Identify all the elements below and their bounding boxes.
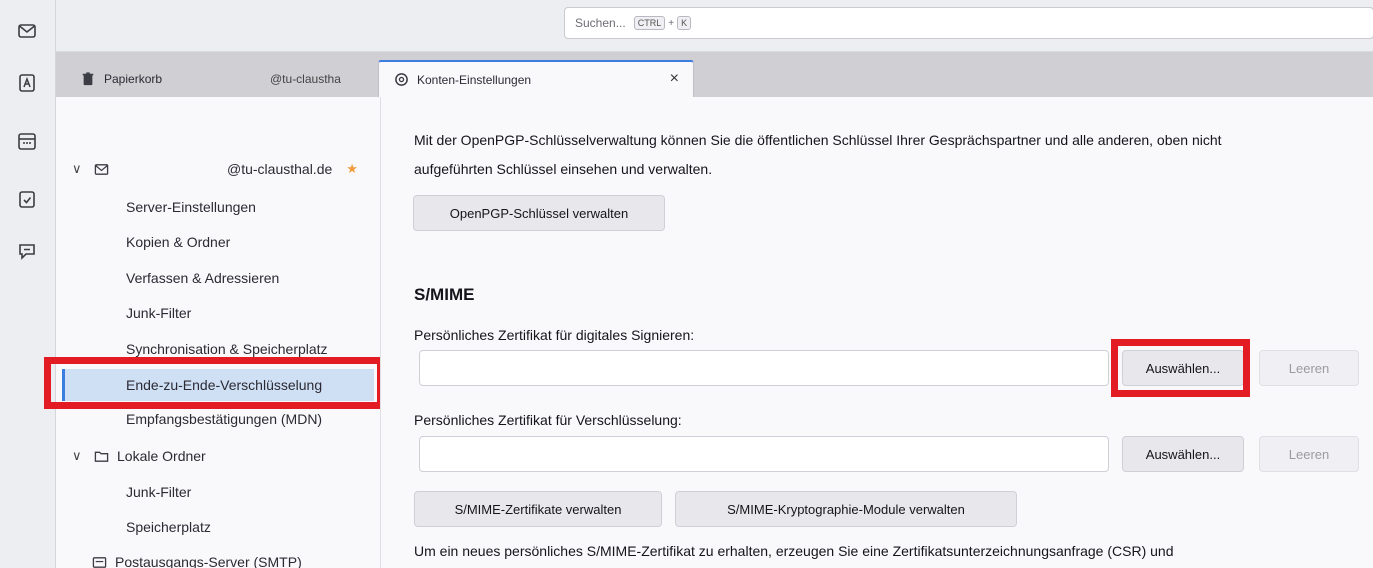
tree-item-junk-filter[interactable]: Junk-Filter <box>126 305 191 321</box>
sign-clear-button[interactable]: Leeren <box>1259 350 1359 386</box>
folder-icon <box>94 449 109 464</box>
tab-label: Konten-Einstellungen <box>417 72 532 87</box>
tree-item-label: Postausgangs-Server (SMTP) <box>115 554 302 568</box>
search-placeholder: Suchen... <box>575 16 626 30</box>
local-folders-item[interactable]: ∨ Lokale Ordner <box>72 448 206 464</box>
mail-icon[interactable] <box>14 18 40 44</box>
close-icon[interactable]: × <box>670 70 679 88</box>
tree-item-label: Empfangsbestätigungen (MDN) <box>126 411 323 427</box>
chevron-down-icon: ∨ <box>72 448 82 463</box>
spaces-toolbar <box>0 0 56 568</box>
tree-item-sync-storage[interactable]: Synchronisation & Speicherplatz <box>126 341 328 357</box>
shortcut-plus: + <box>668 17 675 29</box>
tab-account-settings[interactable]: Konten-Einstellungen × <box>378 60 694 97</box>
tree-item-label: Verfassen & Adressieren <box>126 270 280 286</box>
smime-certs-manage-button[interactable]: S/MIME-Zertifikate verwalten <box>414 491 662 527</box>
search-input[interactable]: Suchen... CTRL + K <box>564 7 1373 39</box>
tree-item-label: Server-Einstellungen <box>126 199 256 215</box>
enc-cert-label: Persönliches Zertifikat für Verschlüssel… <box>414 412 682 428</box>
smtp-icon <box>92 555 107 568</box>
intro-text-line2: aufgeführten Schlüssel einsehen und verw… <box>414 161 713 177</box>
chevron-down-icon: ∨ <box>72 161 82 176</box>
local-folders-label: Lokale Ordner <box>117 448 206 464</box>
tree-item-label: Kopien & Ordner <box>126 234 231 250</box>
tree-item-label: Synchronisation & Speicherplatz <box>126 341 328 357</box>
account-item[interactable]: ∨ @tu-clausthal.de ★ <box>72 161 358 177</box>
smime-heading: S/MIME <box>414 285 475 304</box>
tree-item-e2e-encryption[interactable]: Ende-zu-Ende-Verschlüsselung <box>62 369 374 401</box>
enc-cert-field[interactable] <box>419 436 1109 472</box>
chat-icon[interactable] <box>14 238 40 264</box>
settings-pane: Mit der OpenPGP-Schlüsselverwaltung könn… <box>380 97 1373 568</box>
account-tree: ∨ @tu-clausthal.de ★ Server-Einstellunge… <box>56 97 380 568</box>
calendar-icon[interactable] <box>14 128 40 154</box>
star-icon: ★ <box>346 161 358 176</box>
tree-item-local-junk[interactable]: Junk-Filter <box>126 484 191 500</box>
sign-cert-label: Persönliches Zertifikat für digitales Si… <box>414 327 695 343</box>
tree-item-receipts[interactable]: Empfangsbestätigungen (MDN) <box>126 411 322 427</box>
tree-item-smtp[interactable]: Postausgangs-Server (SMTP) <box>92 554 302 568</box>
tree-item-server-settings[interactable]: Server-Einstellungen <box>126 199 256 215</box>
tab-label: Papierkorb <box>104 71 163 86</box>
tab-trash[interactable]: Papierkorb <box>80 60 162 97</box>
tree-item-composition[interactable]: Verfassen & Adressieren <box>126 270 279 286</box>
trash-icon <box>80 71 96 87</box>
smime-crypto-modules-button[interactable]: S/MIME-Kryptographie-Module verwalten <box>675 491 1017 527</box>
tree-item-copies-folders[interactable]: Kopien & Ordner <box>126 234 230 250</box>
account-email-redacted <box>117 162 227 176</box>
enc-select-button[interactable]: Auswählen... <box>1122 436 1244 472</box>
shortcut-mod-key: CTRL <box>633 16 666 30</box>
tab-bar: Papierkorb @tu-claustha Konten-Einstellu… <box>56 52 1373 97</box>
settings-icon <box>393 72 409 88</box>
account-icon <box>94 162 109 177</box>
tab-label: @tu-claustha <box>270 71 341 86</box>
footer-text: Um ein neues persönliches S/MIME-Zertifi… <box>414 543 1174 559</box>
tree-item-local-storage[interactable]: Speicherplatz <box>126 519 211 535</box>
tree-item-label: Junk-Filter <box>126 305 192 321</box>
openpgp-manage-button[interactable]: OpenPGP-Schlüssel verwalten <box>413 195 665 231</box>
address-book-icon[interactable] <box>14 70 40 96</box>
sign-select-button[interactable]: Auswählen... <box>1122 350 1244 386</box>
sign-cert-field[interactable] <box>419 350 1109 386</box>
tab-account[interactable]: @tu-claustha <box>270 60 366 97</box>
top-bar: Suchen... CTRL + K <box>56 0 1373 52</box>
tree-item-label: Junk-Filter <box>126 484 192 500</box>
tree-item-label: Ende-zu-Ende-Verschlüsselung <box>126 377 323 393</box>
shortcut-key: K <box>677 16 692 30</box>
tree-item-label: Speicherplatz <box>126 519 211 535</box>
intro-text-line1: Mit der OpenPGP-Schlüsselverwaltung könn… <box>414 132 1222 148</box>
enc-clear-button[interactable]: Leeren <box>1259 436 1359 472</box>
tasks-icon[interactable] <box>14 186 40 212</box>
account-label: @tu-clausthal.de <box>227 161 333 177</box>
